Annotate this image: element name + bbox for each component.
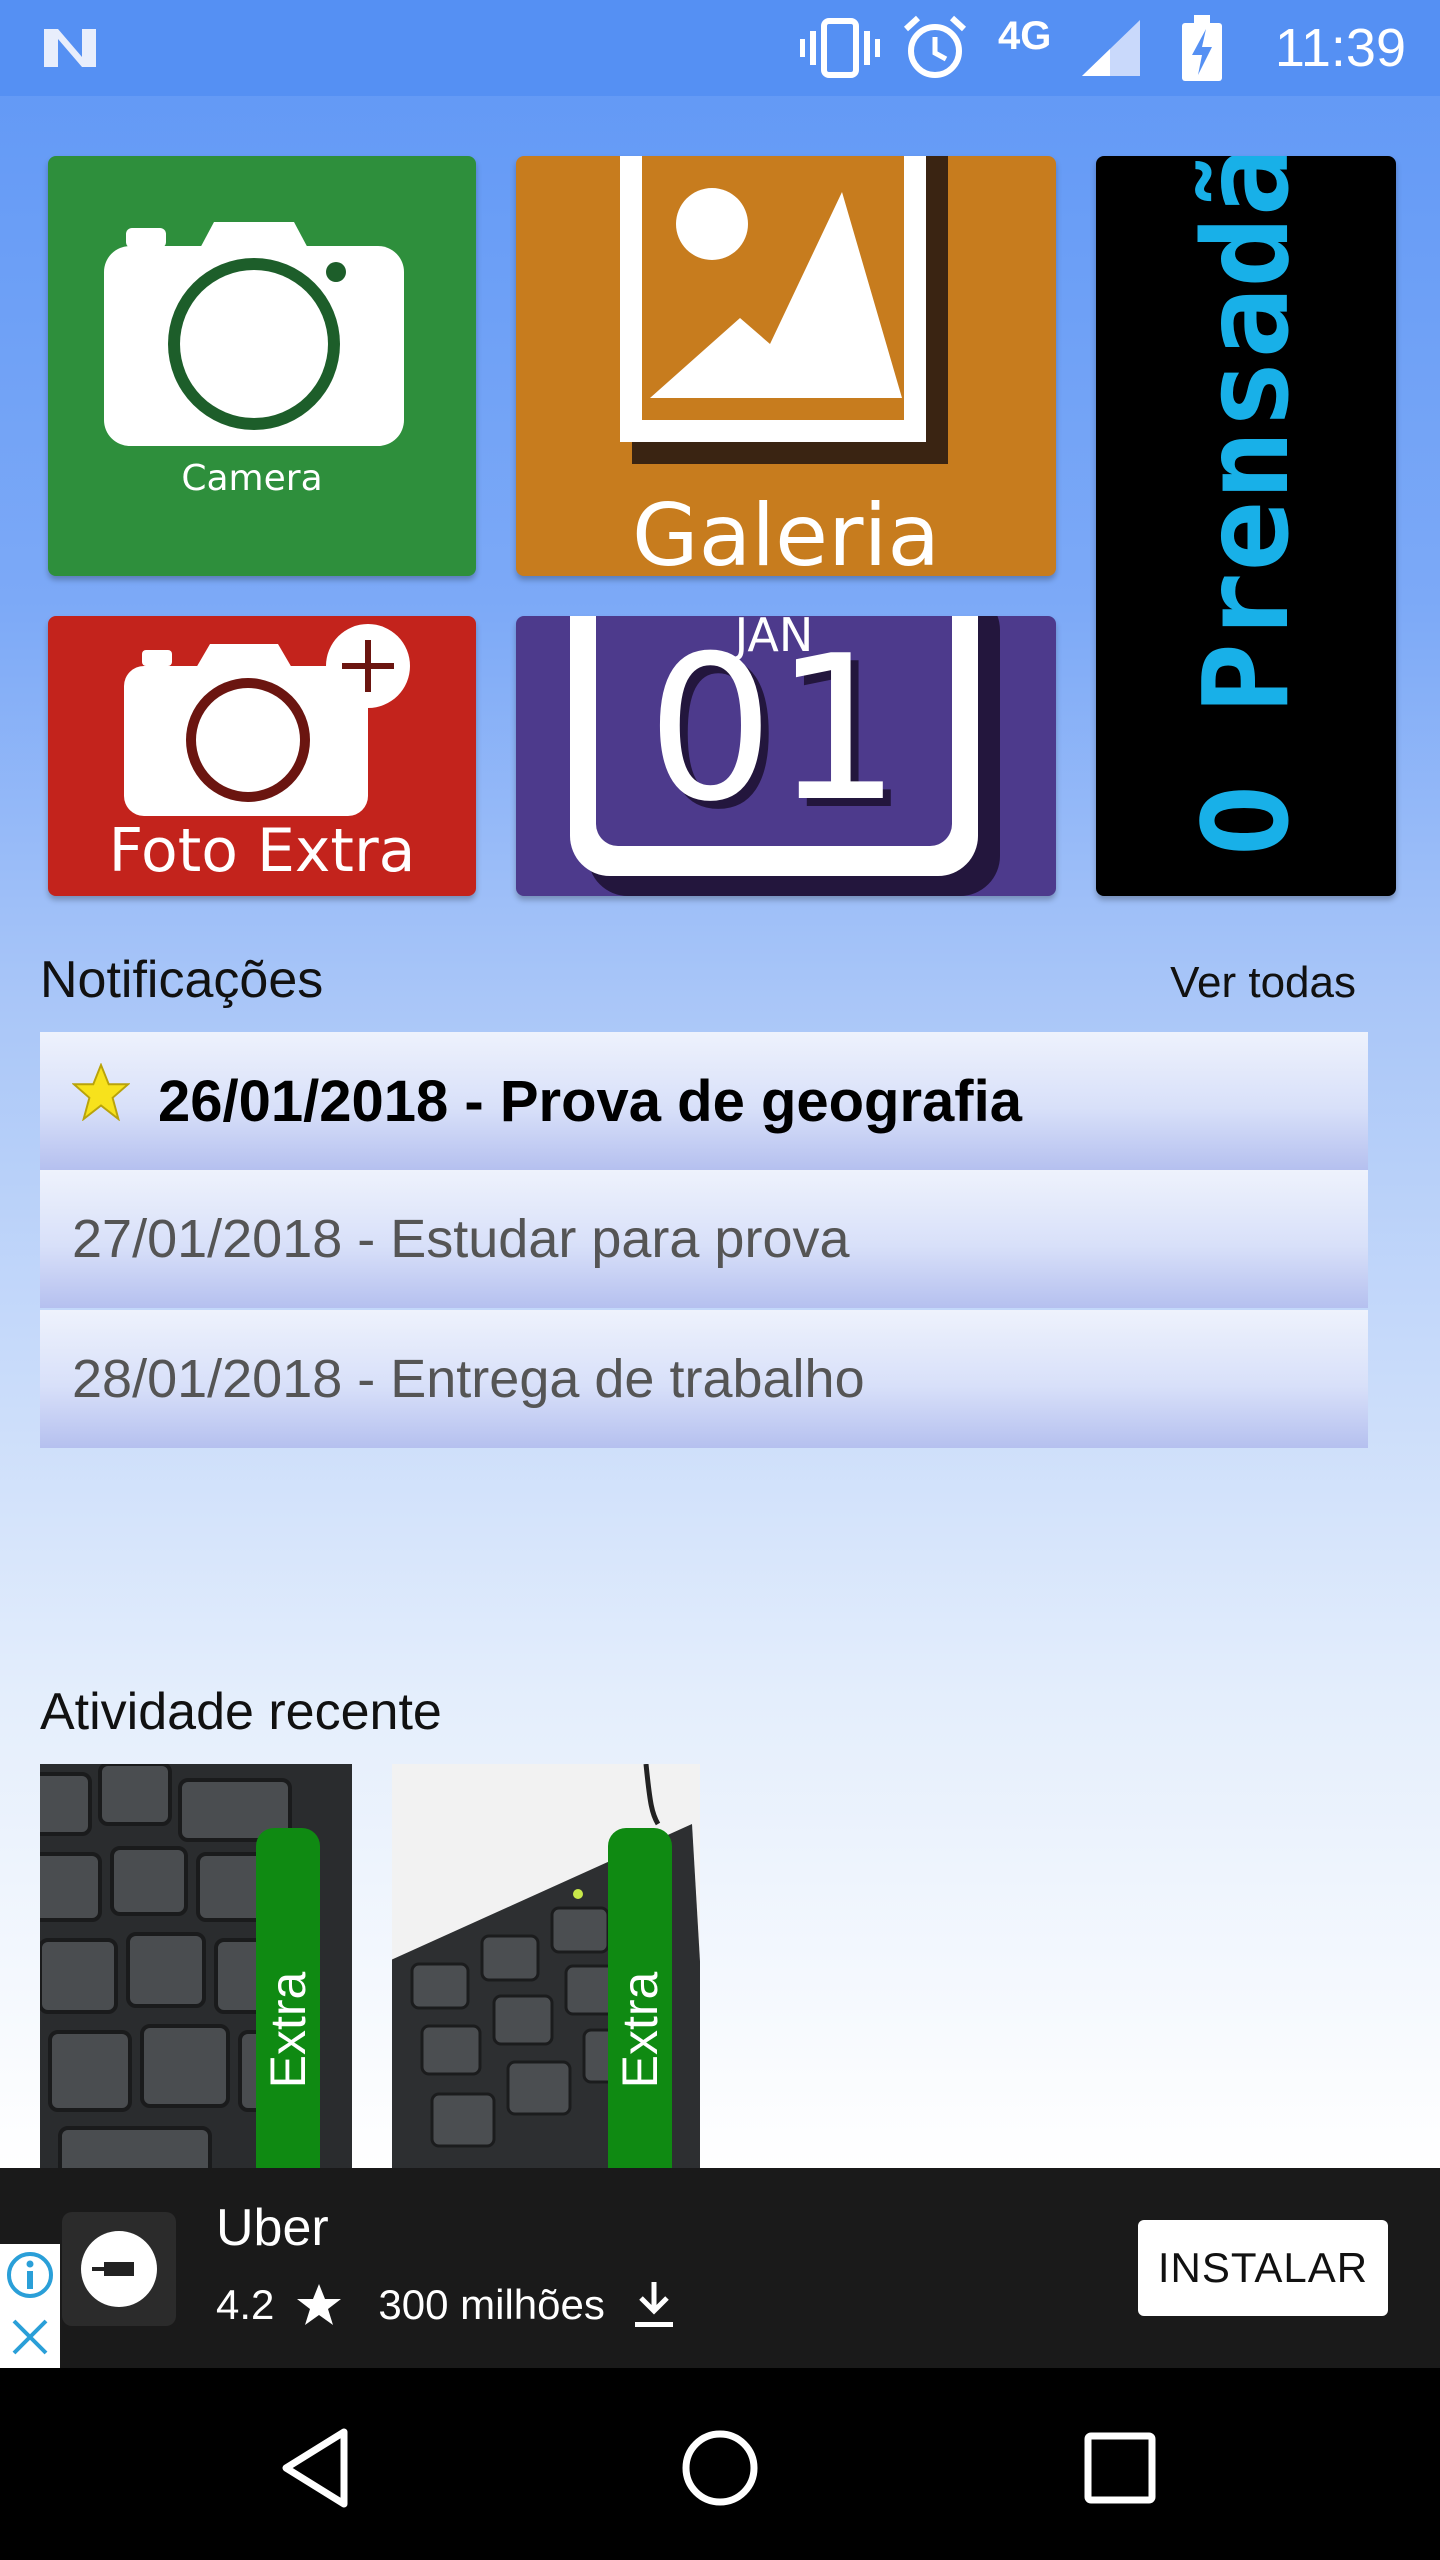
ad-rating: 4.2 — [216, 2281, 275, 2328]
extra-tag: Extra — [256, 1828, 320, 2168]
notifications-title: Notificações — [40, 951, 324, 1009]
prensadao-label: O Prensadão — [1177, 156, 1315, 856]
extra-photo-tile[interactable]: Foto Extra — [48, 616, 476, 896]
see-all-link[interactable]: Ver todas — [1170, 958, 1356, 1008]
calendar-tile[interactable]: JAN 01 — [516, 616, 1056, 896]
gallery-label: Galeria — [631, 486, 941, 576]
extra-tag-label: Extra — [612, 1971, 668, 2088]
network-type: 4G — [998, 13, 1052, 58]
back-icon[interactable] — [270, 2418, 370, 2518]
battery-charging-icon — [1180, 0, 1224, 96]
recents-icon[interactable] — [1070, 2418, 1170, 2518]
gallery-tile[interactable]: Galeria — [516, 156, 1056, 576]
navigation-bar — [0, 2368, 1440, 2560]
ad-installs: 300 milhões — [378, 2281, 605, 2328]
app-screen: 4G 11:39 Camera Galeria Foto Extra JAN 0… — [0, 0, 1440, 2560]
ad-rating-row: 4.2 300 milhões — [216, 2280, 675, 2330]
picture-icon — [620, 156, 948, 464]
ad-app-name: Uber — [216, 2199, 329, 2257]
notification-text: 27/01/2018 - Estudar para prova — [72, 1209, 850, 1269]
alarm-icon — [900, 0, 970, 96]
signal-icon — [1080, 0, 1144, 96]
notification-item[interactable]: 27/01/2018 - Estudar para prova — [40, 1170, 1368, 1308]
extra-tag-label: Extra — [260, 1971, 316, 2088]
uber-logo — [62, 2212, 176, 2326]
vibrate-icon — [800, 0, 880, 96]
recent-thumbnail[interactable]: Extra — [40, 1764, 352, 2168]
clock: 11:39 — [1274, 18, 1406, 78]
star-icon — [297, 2284, 342, 2325]
close-icon[interactable] — [0, 2306, 60, 2368]
notification-item[interactable]: 28/01/2018 - Entrega de trabalho — [40, 1310, 1368, 1448]
notification-text: 26/01/2018 - Prova de geografia — [158, 1068, 1022, 1134]
home-icon[interactable] — [670, 2418, 770, 2518]
camera-plus-icon — [124, 624, 410, 816]
camera-icon — [104, 222, 404, 446]
camera-label: Camera — [181, 458, 323, 499]
extra-tag: Extra — [608, 1828, 672, 2168]
info-icon[interactable] — [0, 2244, 60, 2306]
calendar-day: 01 — [646, 616, 902, 846]
prensadao-tile[interactable]: O Prensadão — [1096, 156, 1396, 896]
camera-tile[interactable]: Camera — [48, 156, 476, 576]
star-icon — [72, 1063, 130, 1121]
install-button[interactable]: INSTALAR — [1138, 2220, 1388, 2316]
ad-choices[interactable] — [0, 2244, 60, 2368]
download-icon — [634, 2282, 673, 2327]
ad-banner[interactable]: Uber 4.2 300 milhões INSTALAR — [0, 2168, 1440, 2368]
recent-activity-title: Atividade recente — [40, 1683, 442, 1741]
notification-text: 28/01/2018 - Entrega de trabalho — [72, 1349, 865, 1409]
recent-thumbnail[interactable]: Extra — [392, 1764, 700, 2168]
status-bar: 4G 11:39 — [0, 0, 1440, 96]
notification-n-icon — [40, 0, 100, 96]
extra-photo-label: Foto Extra — [108, 816, 416, 886]
notification-item[interactable]: 26/01/2018 - Prova de geografia — [40, 1032, 1368, 1170]
